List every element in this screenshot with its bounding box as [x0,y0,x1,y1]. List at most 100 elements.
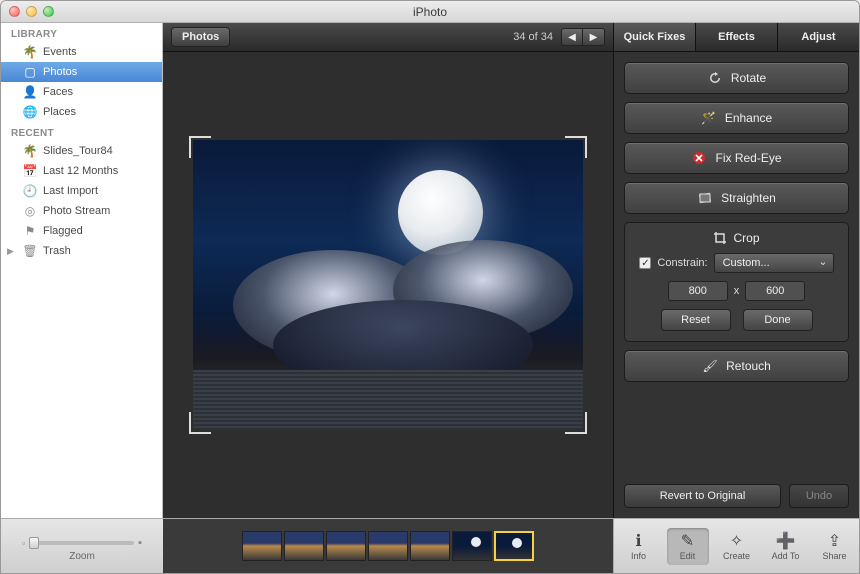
thumbnail[interactable] [242,531,282,561]
zoom-slider-thumb[interactable] [29,537,39,549]
crop-handle-br[interactable] [565,412,587,434]
main-viewer-area: Photos 34 of 34 ◀ ▶ [163,23,613,518]
source-list-sidebar: LIBRARY 🌴 Events ▢ Photos 👤 Faces 🌐 Plac… [1,23,163,518]
straighten-icon [697,190,713,206]
create-label: Create [723,551,750,561]
sidebar-item-trash[interactable]: ▶ 🗑 Trash [1,241,162,261]
zoom-slider-track[interactable] [29,541,134,545]
revert-button[interactable]: Revert to Original [624,484,781,508]
crop-handle-tl[interactable] [189,136,211,158]
edit-panel: Quick Fixes Effects Adjust Rotate 🪄 Enha… [613,23,859,518]
crop-panel: Crop ✓ Constrain: Custom... x [624,222,849,342]
sidebar-item-label: Last 12 Months [43,165,118,177]
tab-adjust[interactable]: Adjust [778,23,859,51]
last-import-icon: 🕘 [23,184,37,198]
sidebar-item-label: Faces [43,86,73,98]
window-close-button[interactable] [9,6,20,17]
crop-icon [713,231,727,245]
redeye-icon [691,150,707,166]
edit-tabs: Quick Fixes Effects Adjust [614,23,859,52]
plus-icon: ➕ [776,532,796,550]
calendar-icon: 📅 [23,164,37,178]
sidebar-item-label: Photos [43,66,77,78]
share-button[interactable]: ⇪ Share [814,528,856,565]
retouch-button[interactable]: 🖌 Retouch [624,350,849,382]
sidebar-item-label: Trash [43,245,71,257]
breadcrumb[interactable]: Photos [171,27,230,47]
event-icon: 🌴 [23,144,37,158]
zoom-label: Zoom [69,551,95,562]
zoom-in-icon: ▪ [138,537,142,549]
crop-reset-button[interactable]: Reset [661,309,731,331]
add-to-button[interactable]: ➕ Add To [765,528,807,565]
next-photo-button[interactable]: ▶ [583,28,605,46]
thumbnail[interactable] [368,531,408,561]
constrain-checkbox[interactable]: ✓ [639,257,651,269]
sidebar-item-last-import[interactable]: 🕘 Last Import [1,181,162,201]
crop-done-button[interactable]: Done [743,309,813,331]
sidebar-item-faces[interactable]: 👤 Faces [1,82,162,102]
sidebar-item-events[interactable]: 🌴 Events [1,42,162,62]
edit-label: Edit [680,551,696,561]
rotate-button[interactable]: Rotate [624,62,849,94]
brush-icon: 🖌 [702,358,718,374]
crop-handle-bl[interactable] [189,412,211,434]
zoom-control: ▫ ▪ Zoom [1,531,163,562]
enhance-button[interactable]: 🪄 Enhance [624,102,849,134]
crop-label: Crop [733,231,759,245]
sidebar-item-label: Flagged [43,225,83,237]
rotate-icon [707,70,723,86]
sidebar-item-photo-stream[interactable]: ◎ Photo Stream [1,201,162,221]
fix-redeye-button[interactable]: Fix Red-Eye [624,142,849,174]
create-icon: ✧ [730,532,743,550]
constrain-value: Custom... [723,257,770,269]
crop-overlay[interactable] [193,140,583,430]
create-button[interactable]: ✧ Create [716,528,758,565]
share-label: Share [822,551,846,561]
sidebar-item-label: Last Import [43,185,98,197]
crop-x-label: x [734,285,740,297]
photo-counter: 34 of 34 [513,31,553,43]
faces-icon: 👤 [23,85,37,99]
edit-button[interactable]: ✎ Edit [667,528,709,565]
viewer-toolbar: Photos 34 of 34 ◀ ▶ [163,23,613,52]
crop-width-input[interactable] [668,281,728,301]
thumbnail[interactable] [284,531,324,561]
retouch-label: Retouch [726,359,771,373]
disclose-triangle-icon[interactable]: ▶ [7,246,14,257]
iphoto-window: iPhoto LIBRARY 🌴 Events ▢ Photos 👤 Faces… [0,0,860,574]
thumbnail-selected[interactable] [494,531,534,561]
info-button[interactable]: ℹ︎ Info [618,528,660,565]
enhance-label: Enhance [725,111,772,125]
thumbnail[interactable] [452,531,492,561]
straighten-label: Straighten [721,191,776,205]
sidebar-item-photos[interactable]: ▢ Photos [1,62,162,82]
crop-height-input[interactable] [745,281,805,301]
zoom-out-icon: ▫ [22,538,25,548]
prev-photo-button[interactable]: ◀ [561,28,583,46]
straighten-button[interactable]: Straighten [624,182,849,214]
titlebar: iPhoto [1,1,859,23]
info-icon: ℹ︎ [635,532,641,550]
filmstrip [163,519,613,573]
tab-effects[interactable]: Effects [696,23,778,51]
info-label: Info [631,551,646,561]
photos-icon: ▢ [23,65,37,79]
crop-handle-tr[interactable] [565,136,587,158]
tab-quick-fixes[interactable]: Quick Fixes [614,23,696,51]
redeye-label: Fix Red-Eye [715,151,781,165]
thumbnail[interactable] [410,531,450,561]
thumbnail[interactable] [326,531,366,561]
sidebar-item-flagged[interactable]: ⚑ Flagged [1,221,162,241]
window-minimize-button[interactable] [26,6,37,17]
sidebar-item-last-12-months[interactable]: 📅 Last 12 Months [1,161,162,181]
constrain-select[interactable]: Custom... [714,253,834,273]
sidebar-item-label: Photo Stream [43,205,110,217]
sidebar-item-slides-tour84[interactable]: 🌴 Slides_Tour84 [1,141,162,161]
sidebar-item-places[interactable]: 🌐 Places [1,102,162,122]
addto-label: Add To [772,551,800,561]
rotate-label: Rotate [731,71,766,85]
window-zoom-button[interactable] [43,6,54,17]
stream-icon: ◎ [23,204,37,218]
undo-button[interactable]: Undo [789,484,849,508]
